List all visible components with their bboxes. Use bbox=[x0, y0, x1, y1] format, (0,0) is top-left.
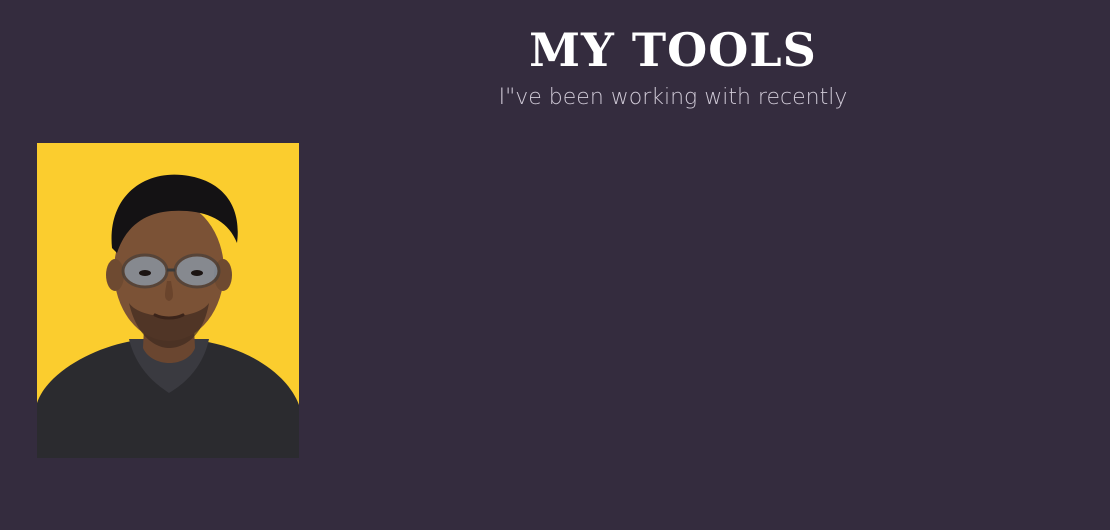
person-portrait-illustration bbox=[37, 143, 299, 458]
section-title: MY TOOLS bbox=[529, 23, 817, 77]
profile-photo bbox=[37, 143, 299, 458]
section-subtitle: I"ve been working with recently bbox=[498, 85, 848, 110]
